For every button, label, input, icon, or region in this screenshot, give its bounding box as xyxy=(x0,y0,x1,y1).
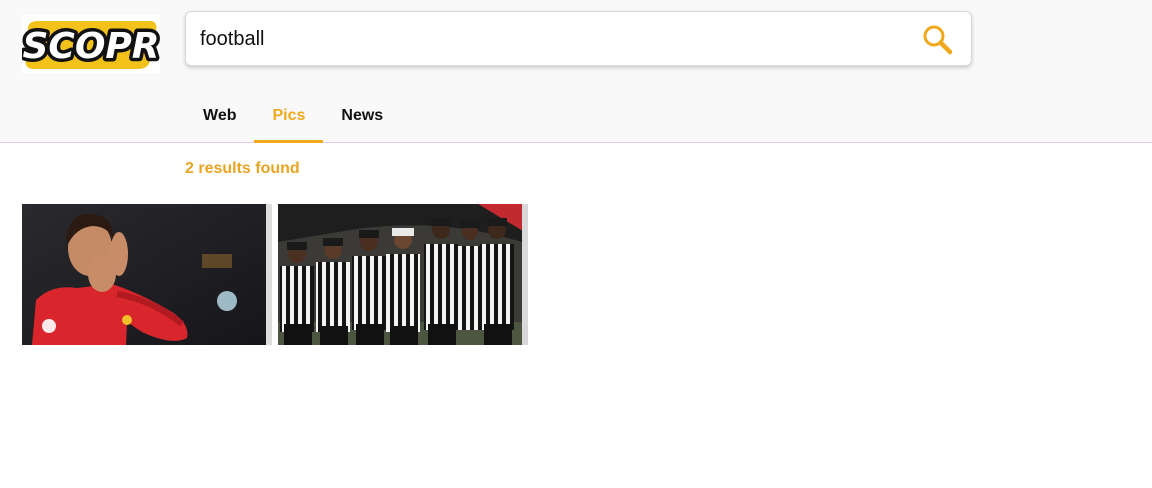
tab-web[interactable]: Web xyxy=(185,88,254,143)
search-box xyxy=(185,11,972,66)
tab-label: News xyxy=(341,106,384,124)
header: SCOPR Web Pics News xyxy=(0,0,1152,143)
search-button[interactable] xyxy=(921,23,955,57)
tab-pics[interactable]: Pics xyxy=(254,88,324,143)
logo-text: SCOPR xyxy=(22,26,159,67)
tab-label: Web xyxy=(203,106,237,124)
tab-news[interactable]: News xyxy=(323,88,401,143)
search-input[interactable] xyxy=(200,22,900,56)
results-count: 2 results found xyxy=(185,160,300,177)
scopr-logo[interactable]: SCOPR xyxy=(19,15,163,73)
magnifier-icon xyxy=(923,25,953,55)
image-result-2[interactable] xyxy=(278,204,528,345)
tab-bar: Web Pics News xyxy=(185,88,401,143)
image-result-1[interactable] xyxy=(22,204,272,345)
tab-label: Pics xyxy=(272,106,306,124)
